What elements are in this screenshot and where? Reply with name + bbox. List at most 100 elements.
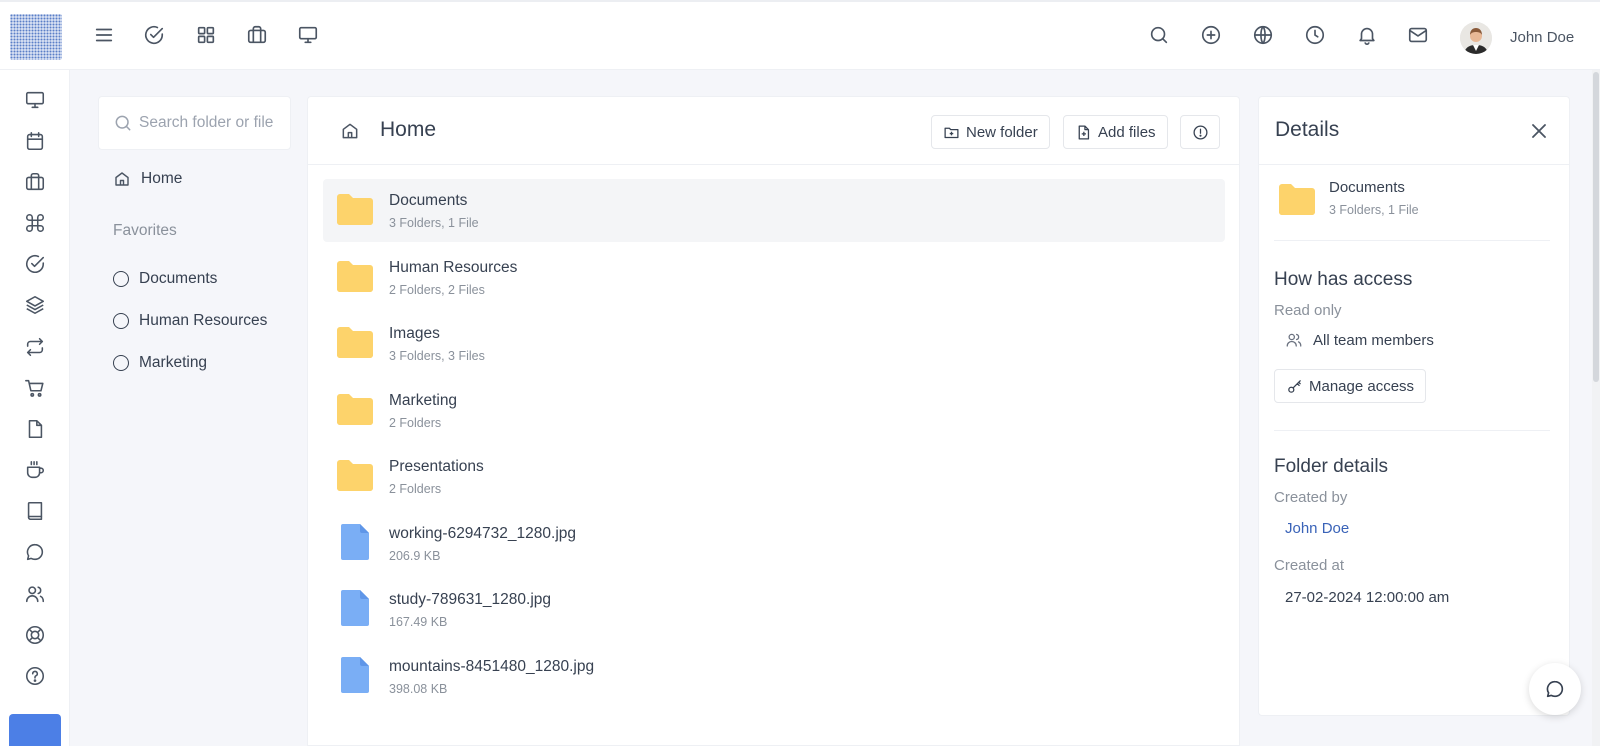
user-name[interactable]: John Doe: [1510, 29, 1574, 46]
cart-icon[interactable]: [24, 377, 46, 399]
new-folder-button[interactable]: New folder: [931, 115, 1050, 149]
icon-rail: [0, 70, 70, 746]
add-files-button[interactable]: Add files: [1063, 115, 1168, 149]
search-icon[interactable]: [1148, 24, 1172, 48]
item-meta: 206.9 KB: [389, 548, 441, 563]
panel-header: Home New folder Add files: [308, 97, 1239, 165]
item-name: study-789631_1280.jpg: [389, 591, 552, 608]
folder-plus-icon: [943, 124, 960, 141]
access-heading: How has access: [1274, 269, 1413, 290]
users-icon: [1285, 331, 1303, 349]
avatar[interactable]: [1460, 22, 1492, 54]
item-meta: 2 Folders, 2 Files: [389, 282, 485, 297]
briefcase-icon[interactable]: [246, 24, 270, 48]
file-row[interactable]: working-6294732_1280.jpg 206.9 KB: [323, 512, 1225, 575]
page-title: Home: [380, 118, 437, 141]
calendar-icon[interactable]: [24, 130, 46, 152]
details-title: Details: [1275, 118, 1340, 141]
item-meta: 2 Folders: [389, 482, 442, 496]
top-bar: John Doe: [0, 0, 1600, 70]
rail-bottom-button[interactable]: [9, 714, 61, 746]
folder-icon: [335, 391, 375, 427]
add-files-label: Add files: [1098, 123, 1156, 141]
folder-icon: [335, 324, 375, 360]
mail-icon[interactable]: [1407, 24, 1431, 48]
clock-icon[interactable]: [1304, 24, 1328, 48]
folder-details-heading: Folder details: [1274, 456, 1389, 477]
item-name: Images: [389, 325, 440, 342]
favorite-label: Marketing: [139, 354, 208, 371]
coffee-icon[interactable]: [24, 459, 46, 481]
scrollbar-thumb[interactable]: [1593, 72, 1599, 382]
home-icon[interactable]: [340, 121, 360, 141]
command-icon[interactable]: [24, 212, 46, 234]
circle-icon: [113, 355, 129, 371]
folder-row[interactable]: Presentations 2 Folders: [323, 445, 1225, 508]
folder-icon: [335, 457, 375, 493]
file-plus-icon: [1075, 124, 1092, 141]
folder-row[interactable]: Human Resources 2 Folders, 2 Files: [323, 246, 1225, 309]
briefcase-icon[interactable]: [24, 171, 46, 193]
chat-button[interactable]: [1529, 663, 1581, 715]
help-icon[interactable]: [24, 665, 46, 687]
lifebuoy-icon[interactable]: [24, 624, 46, 646]
folder-row[interactable]: Marketing 2 Folders: [323, 379, 1225, 442]
globe-icon[interactable]: [1252, 24, 1276, 48]
info-icon: [1192, 124, 1209, 141]
favorite-item-documents[interactable]: Documents: [113, 270, 217, 288]
manage-access-button[interactable]: Manage access: [1274, 369, 1427, 403]
access-group: All team members: [1285, 331, 1434, 349]
circle-icon: [113, 271, 129, 287]
item-meta: 398.08 KB: [389, 681, 448, 696]
monitor-icon[interactable]: [24, 89, 46, 111]
divider: [1259, 164, 1569, 165]
folder-icon: [335, 258, 375, 294]
folder-row[interactable]: Images 3 Folders, 3 Files: [323, 312, 1225, 375]
favorite-item-marketing[interactable]: Marketing: [113, 354, 207, 372]
new-folder-label: New folder: [966, 123, 1038, 141]
folder-row[interactable]: Documents 3 Folders, 1 File: [323, 179, 1225, 242]
favorite-label: Documents: [139, 270, 218, 287]
file-icon: [335, 522, 375, 562]
nav-item-home[interactable]: Home: [113, 170, 182, 188]
created-at-label: Created at: [1274, 557, 1345, 574]
divider: [1274, 430, 1550, 431]
search-box: [98, 96, 291, 150]
close-icon[interactable]: [1527, 119, 1551, 143]
menu-icon[interactable]: [93, 24, 117, 48]
created-by-label: Created by: [1274, 489, 1348, 506]
grid-icon[interactable]: [195, 24, 219, 48]
created-by-link[interactable]: John Doe: [1285, 520, 1349, 537]
divider: [1274, 240, 1550, 241]
info-button[interactable]: [1180, 115, 1220, 149]
users-icon[interactable]: [24, 583, 46, 605]
book-icon[interactable]: [24, 500, 46, 522]
search-input[interactable]: [139, 109, 287, 137]
favorite-item-human-resources[interactable]: Human Resources: [113, 312, 267, 330]
item-name: Presentations: [389, 458, 484, 475]
folder-icon: [1277, 181, 1317, 217]
key-icon: [1286, 378, 1303, 395]
file-icon: [335, 655, 375, 695]
file-row[interactable]: mountains-8451480_1280.jpg 398.08 KB: [323, 645, 1225, 708]
repeat-icon[interactable]: [24, 336, 46, 358]
page-scrollbar[interactable]: [1592, 70, 1600, 746]
folder-icon: [335, 191, 375, 227]
layers-icon[interactable]: [24, 294, 46, 316]
manage-access-label: Manage access: [1309, 377, 1415, 395]
created-at-value: 27-02-2024 12:00:00 am: [1285, 589, 1450, 606]
check-circle-icon[interactable]: [143, 24, 167, 48]
selected-item-meta: 3 Folders, 1 File: [1329, 203, 1419, 217]
file-icon[interactable]: [24, 418, 46, 440]
access-level: Read only: [1274, 302, 1342, 319]
file-row[interactable]: study-789631_1280.jpg 167.49 KB: [323, 578, 1225, 641]
check-circle-icon[interactable]: [24, 253, 46, 275]
chat-icon[interactable]: [24, 541, 46, 563]
plus-circle-icon[interactable]: [1200, 24, 1224, 48]
circle-icon: [113, 313, 129, 329]
file-icon: [335, 588, 375, 628]
monitor-icon[interactable]: [297, 24, 321, 48]
bell-icon[interactable]: [1356, 24, 1380, 48]
chat-icon: [1544, 678, 1566, 700]
app-logo[interactable]: [10, 14, 62, 60]
